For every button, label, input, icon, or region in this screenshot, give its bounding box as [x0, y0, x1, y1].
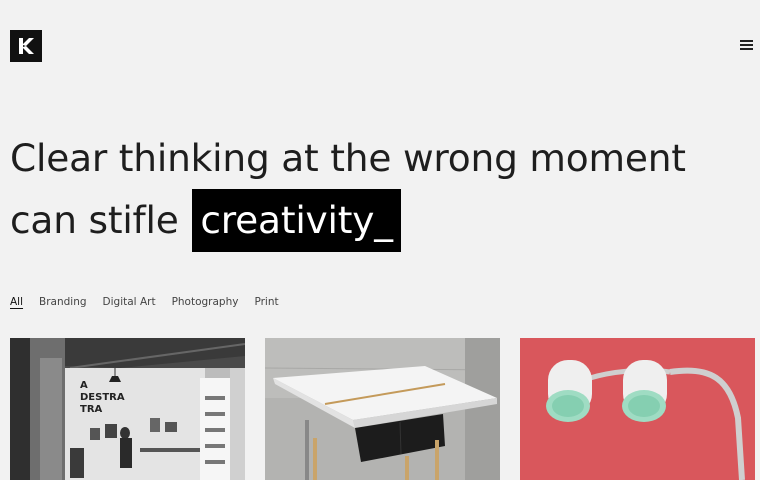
hamburger-menu-icon — [740, 40, 753, 42]
filter-branding[interactable]: Branding — [39, 296, 87, 308]
filter-digital-art[interactable]: Digital Art — [103, 296, 156, 308]
menu-button[interactable] — [738, 38, 755, 52]
filter-photography[interactable]: Photography — [172, 296, 239, 308]
portfolio-page: Clear thinking at the wrong moment can s… — [0, 0, 760, 480]
portfolio-card[interactable] — [520, 338, 755, 480]
svg-text:A: A — [80, 380, 88, 391]
k-logo-icon — [10, 30, 42, 62]
svg-text:TRA: TRA — [80, 404, 103, 415]
white-desk-photo — [265, 338, 500, 480]
portfolio-filters: All Branding Digital Art Photography Pri… — [10, 296, 279, 308]
studio-office-photo: A DESTRA TRA — [10, 338, 245, 480]
svg-text:DESTRA: DESTRA — [80, 392, 125, 403]
filter-all[interactable]: All — [10, 296, 23, 308]
portfolio-card[interactable]: A DESTRA TRA — [10, 338, 245, 480]
pink-lamps-photo — [520, 338, 755, 480]
filter-print[interactable]: Print — [254, 296, 278, 308]
logo[interactable] — [10, 30, 42, 62]
portfolio-card[interactable] — [265, 338, 500, 480]
hero-highlight: creativity_ — [192, 189, 401, 252]
hero-heading: Clear thinking at the wrong moment can s… — [10, 128, 750, 252]
